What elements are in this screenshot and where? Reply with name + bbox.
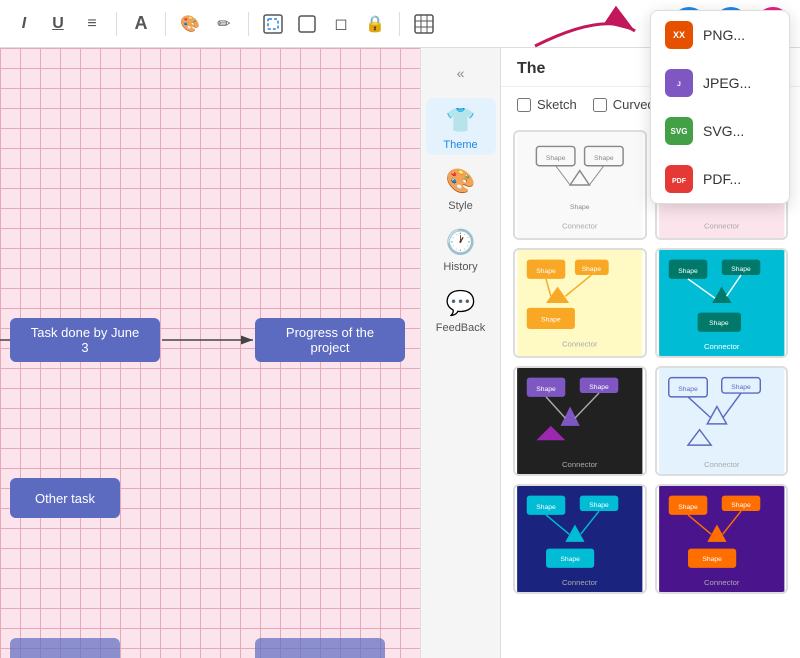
task-node-2[interactable]: Progress of the project (255, 318, 405, 362)
svg-text:Shape: Shape (536, 504, 556, 511)
divider-1 (116, 12, 117, 36)
svg-text:Shape: Shape (570, 204, 590, 211)
png-label: PNG... (703, 27, 745, 43)
svg-text:J: J (677, 81, 681, 88)
sidebar-collapse-button[interactable]: « (441, 58, 481, 88)
svg-text:Shape: Shape (594, 155, 614, 162)
theme-card-7[interactable]: Shape Shape Shape Connector (513, 484, 647, 594)
svg-text:Connector: Connector (562, 221, 598, 230)
task-node-3[interactable]: Other task (10, 478, 120, 518)
export-svg[interactable]: SVG SVG... (651, 107, 789, 155)
svg-text:Shape: Shape (546, 155, 566, 162)
sidebar-item-theme[interactable]: 👕 Theme (426, 98, 496, 155)
shapes-button[interactable]: ◻ (327, 10, 355, 38)
underline-button[interactable]: U (44, 10, 72, 38)
svg-text:Shape: Shape (536, 386, 556, 393)
task-node-4[interactable] (255, 638, 385, 658)
svg-text:Connector: Connector (562, 339, 598, 348)
svg-text:Shape: Shape (560, 556, 580, 563)
divider-4 (399, 12, 400, 36)
sidebar-item-style-label: Style (448, 200, 472, 212)
export-dropdown: XX PNG... J JPEG... SVG SVG... PDF PDF..… (650, 10, 790, 204)
svg-text:Shape: Shape (731, 502, 751, 509)
svg-text:Connector: Connector (562, 578, 598, 587)
export-jpeg[interactable]: J JPEG... (651, 59, 789, 107)
jpeg-label: JPEG... (703, 75, 751, 91)
svg-label: SVG... (703, 123, 744, 139)
svg-text:Shape: Shape (589, 384, 609, 391)
sidebar-item-theme-label: Theme (443, 139, 477, 151)
svg-text:Shape: Shape (678, 504, 698, 511)
text-button[interactable]: A (127, 10, 155, 38)
svg-text:Connector: Connector (704, 460, 740, 469)
svg-text:Connector: Connector (562, 460, 598, 469)
svg-text:Shape: Shape (582, 266, 602, 273)
svg-text:Shape: Shape (709, 320, 729, 327)
sidebar-item-style[interactable]: 🎨 Style (426, 159, 496, 216)
table-button[interactable] (410, 10, 438, 38)
export-pdf[interactable]: PDF PDF... (651, 155, 789, 203)
sketch-input[interactable] (517, 98, 531, 112)
italic-button[interactable]: I (10, 10, 38, 38)
divider-3 (248, 12, 249, 36)
svg-text:Shape: Shape (731, 266, 751, 273)
theme-card-1[interactable]: Shape Shape Shape Connector (513, 130, 647, 240)
svg-text:Shape: Shape (541, 316, 561, 323)
svg-icon: SVG (665, 117, 693, 145)
lock-button[interactable]: 🔒 (361, 10, 389, 38)
theme-card-8[interactable]: Shape Shape Shape Connector (655, 484, 789, 594)
sidebar-item-feedback[interactable]: 💬 FeedBack (426, 281, 496, 338)
svg-text:Shape: Shape (702, 556, 722, 563)
history-icon: 🕐 (446, 228, 476, 257)
sidebar-item-history-label: History (443, 261, 477, 273)
svg-text:Shape: Shape (731, 384, 751, 391)
theme-card-5[interactable]: Shape Shape Connector (513, 366, 647, 476)
export-png[interactable]: XX PNG... (651, 11, 789, 59)
curved-checkbox[interactable]: Curved (593, 97, 655, 112)
task-node-1[interactable]: Task done by June 3 (10, 318, 160, 362)
svg-text:Shape: Shape (589, 502, 609, 509)
align-button[interactable]: ≡ (78, 10, 106, 38)
pencil-button[interactable]: ✏ (210, 10, 238, 38)
svg-text:Shape: Shape (678, 386, 698, 393)
svg-text:Shape: Shape (536, 268, 556, 275)
sidebar: « 👕 Theme 🎨 Style 🕐 History 💬 FeedBack (420, 48, 500, 658)
feedback-icon: 💬 (446, 289, 476, 318)
svg-text:Connector: Connector (704, 221, 740, 230)
sidebar-item-history[interactable]: 🕐 History (426, 220, 496, 277)
canvas[interactable]: Task done by June 3 Progress of the proj… (0, 48, 420, 658)
paint-button[interactable]: 🎨 (176, 10, 204, 38)
jpeg-icon: J (665, 69, 693, 97)
pdf-label: PDF... (703, 171, 741, 187)
svg-text:PDF: PDF (672, 178, 687, 185)
select-button[interactable] (259, 10, 287, 38)
svg-text:Connector: Connector (704, 578, 740, 587)
png-icon: XX (665, 21, 693, 49)
divider-2 (165, 12, 166, 36)
style-icon: 🎨 (446, 167, 476, 196)
crop-button[interactable] (293, 10, 321, 38)
svg-text:Shape: Shape (678, 268, 698, 275)
sketch-checkbox[interactable]: Sketch (517, 97, 577, 112)
theme-icon: 👕 (446, 106, 476, 135)
theme-card-3[interactable]: Shape Shape Shape Connector (513, 248, 647, 358)
task-node-5[interactable] (10, 638, 120, 658)
theme-card-6[interactable]: Shape Shape Connector (655, 366, 789, 476)
sidebar-item-feedback-label: FeedBack (436, 322, 486, 334)
curved-input[interactable] (593, 98, 607, 112)
theme-card-4[interactable]: Shape Shape Shape Connector (655, 248, 789, 358)
pdf-icon: PDF (665, 165, 693, 193)
svg-text:Connector: Connector (704, 342, 740, 351)
